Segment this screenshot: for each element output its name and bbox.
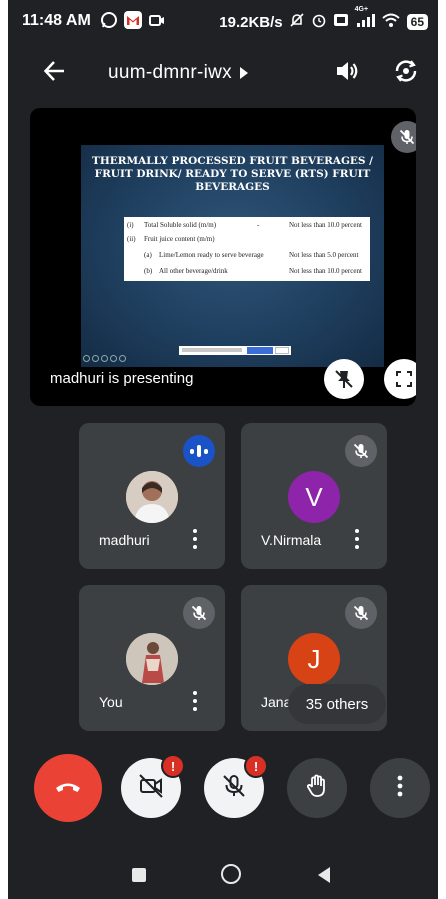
row-requirement: Not less than 10.0 percent xyxy=(289,221,362,229)
network-speed: 19.2KB/s xyxy=(219,13,283,31)
participant-tile-madhuri[interactable]: madhuri xyxy=(79,423,225,569)
others-count-button[interactable]: 35 others xyxy=(288,684,386,724)
mic-off-icon xyxy=(345,597,377,629)
home-icon[interactable] xyxy=(221,864,241,884)
screen-share-banner xyxy=(179,346,291,355)
notification-icons xyxy=(100,11,166,34)
participant-name: You xyxy=(99,694,123,710)
camera-toggle-button[interactable]: ! xyxy=(121,754,185,818)
meeting-code[interactable]: uum-dmnr-iwx xyxy=(108,62,232,84)
mic-off-icon xyxy=(345,435,377,467)
table-row: (a) Lime/Lemon ready to serve beverage N… xyxy=(124,248,370,262)
row-number: (ii) xyxy=(127,235,136,243)
more-options-button[interactable] xyxy=(370,758,430,818)
video-notification-icon xyxy=(148,11,166,34)
stop-sharing-button xyxy=(247,347,273,354)
row-item: Fruit juice content (m/m) xyxy=(144,235,215,243)
presentation-tile[interactable]: THERMALLY PROCESSED FRUIT BEVERAGES / FR… xyxy=(30,108,416,406)
avatar xyxy=(126,633,178,685)
back-icon[interactable] xyxy=(318,867,330,883)
row-requirement: Not less than 10.0 percent xyxy=(289,267,362,275)
row-item: Lime/Lemon ready to serve beverage xyxy=(159,251,264,259)
presenter-label: madhuri is presenting xyxy=(50,370,194,387)
raise-hand-icon xyxy=(304,773,330,804)
more-vert-icon[interactable] xyxy=(189,689,201,713)
table-row: (b) All other beverage/drink Not less th… xyxy=(124,264,370,278)
participant-name: madhuri xyxy=(99,532,150,548)
recents-icon[interactable] xyxy=(132,868,146,882)
more-options-icon xyxy=(397,775,403,802)
row-requirement: Not less than 5.0 percent xyxy=(289,251,359,259)
raise-hand-button[interactable] xyxy=(287,758,347,818)
top-bar: uum-dmnr-iwx xyxy=(8,44,438,100)
status-bar: 11:48 AM 19.2KB/s 4G+ 65 xyxy=(8,0,438,44)
back-arrow-icon[interactable] xyxy=(42,58,68,89)
more-vert-icon[interactable] xyxy=(351,527,363,551)
participant-name: V.Nirmala xyxy=(261,532,322,548)
battery-icon: 65 xyxy=(406,14,428,30)
mute-icon xyxy=(289,12,305,32)
gmail-icon xyxy=(124,11,142,29)
speaker-icon[interactable] xyxy=(334,58,360,89)
shared-slide: THERMALLY PROCESSED FRUIT BEVERAGES / FR… xyxy=(81,145,384,367)
avatar xyxy=(126,471,178,523)
mic-off-icon xyxy=(221,773,247,804)
camera-alert-badge: ! xyxy=(161,754,185,778)
alarm-icon xyxy=(311,12,327,32)
more-vert-icon[interactable] xyxy=(189,527,201,551)
camera-off-icon xyxy=(137,772,165,805)
row-item: Total Soluble solid (m/m) xyxy=(144,221,217,229)
wifi-icon xyxy=(381,12,401,32)
meet-screen: 11:48 AM 19.2KB/s 4G+ 65 uum-dmnr-iwx TH… xyxy=(8,0,438,899)
row-number: (i) xyxy=(127,221,134,229)
slide-title: THERMALLY PROCESSED FRUIT BEVERAGES / FR… xyxy=(92,155,373,193)
battery-level: 65 xyxy=(410,15,424,29)
fullscreen-button[interactable] xyxy=(384,359,416,399)
presentation-mic-off-icon xyxy=(391,121,416,153)
table-row: (i) Total Soluble solid (m/m) - Not less… xyxy=(124,218,370,232)
participant-tile-v-nirmala[interactable]: V V.Nirmala xyxy=(241,423,387,569)
row-item: All other beverage/drink xyxy=(159,267,228,275)
row-mid: - xyxy=(257,221,260,229)
system-nav-bar xyxy=(8,844,438,899)
mic-toggle-button[interactable]: ! xyxy=(204,754,268,818)
signal-icon: 4G+ xyxy=(355,6,375,32)
row-number: (a) xyxy=(144,251,152,259)
unpin-button[interactable] xyxy=(324,359,364,399)
chevron-right-icon[interactable] xyxy=(240,67,248,79)
hide-button xyxy=(275,347,289,354)
slide-controls xyxy=(83,355,126,362)
volte-icon xyxy=(333,12,349,32)
network-type: 4G+ xyxy=(354,6,369,13)
end-call-icon xyxy=(53,771,83,806)
table-row: (ii) Fruit juice content (m/m) xyxy=(124,232,370,246)
avatar: J xyxy=(288,633,340,685)
end-call-button[interactable] xyxy=(34,754,102,822)
row-number: (b) xyxy=(144,267,153,275)
speaking-indicator-icon xyxy=(183,435,215,467)
share-banner-text xyxy=(182,348,242,352)
mic-alert-badge: ! xyxy=(244,754,268,778)
slide-table: (i) Total Soluble solid (m/m) - Not less… xyxy=(124,217,370,281)
switch-camera-icon[interactable] xyxy=(392,57,420,90)
mic-off-icon xyxy=(183,597,215,629)
avatar: V xyxy=(288,471,340,523)
participant-tile-you[interactable]: You xyxy=(79,585,225,731)
whatsapp-icon xyxy=(100,11,118,34)
status-time: 11:48 AM xyxy=(22,12,91,29)
status-right: 19.2KB/s 4G+ 65 xyxy=(219,6,428,32)
